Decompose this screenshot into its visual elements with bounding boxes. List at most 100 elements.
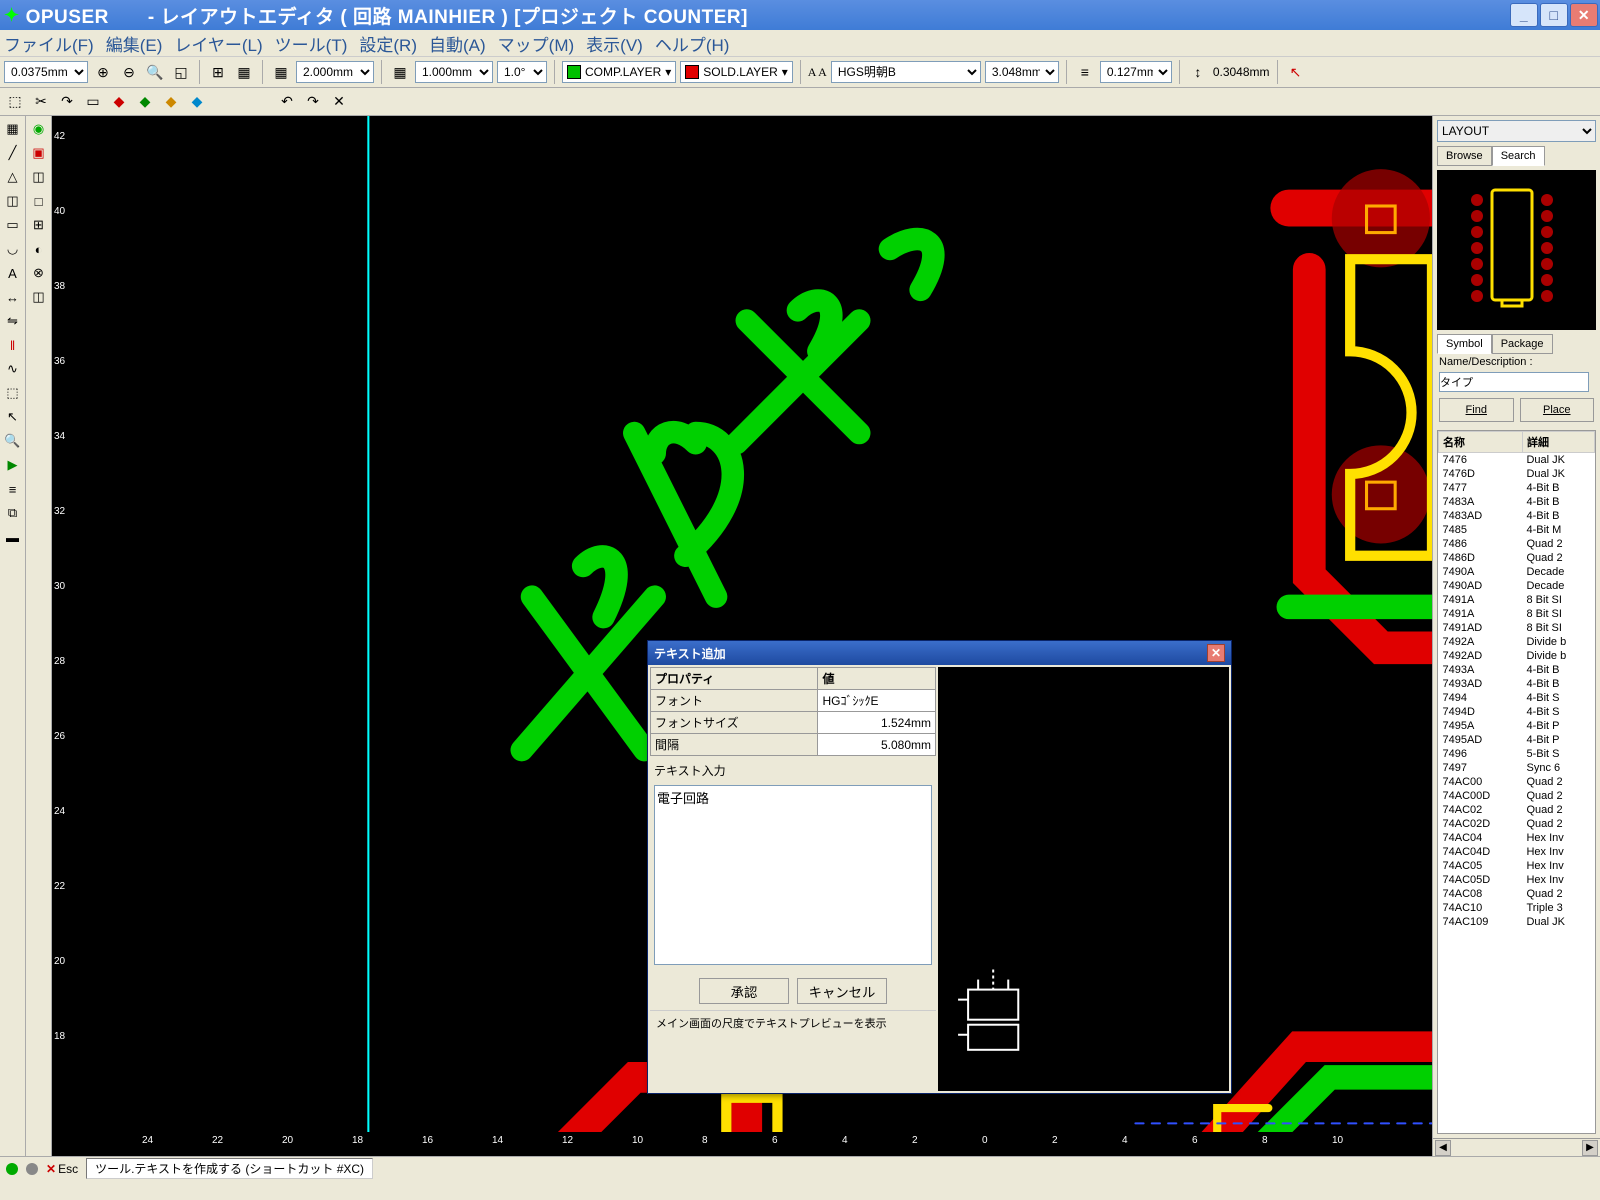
tool-g-icon[interactable]: ◆ xyxy=(160,91,182,113)
via-size-select[interactable]: 1.000mm xyxy=(415,61,493,83)
menu-file[interactable]: ファイル(F) xyxy=(4,31,94,56)
tool-e-icon[interactable]: ◆ xyxy=(108,91,130,113)
undo-icon[interactable]: ↶ xyxy=(276,91,298,113)
zoom-fit-icon[interactable]: ◱ xyxy=(170,61,192,83)
layer1-chip[interactable]: COMP.LAYER ▾ xyxy=(562,61,676,83)
lt1-line-icon[interactable]: ╱ xyxy=(2,142,24,164)
list-item[interactable]: 7491A8 Bit SI xyxy=(1439,593,1595,607)
tab-package[interactable]: Package xyxy=(1492,334,1553,354)
list-item[interactable]: 74AC00DQuad 2 xyxy=(1439,789,1595,803)
menu-map[interactable]: マップ(M) xyxy=(498,31,574,56)
menu-view[interactable]: 表示(V) xyxy=(586,31,643,56)
list-item[interactable]: 74AC02DQuad 2 xyxy=(1439,817,1595,831)
cursor-icon[interactable]: ↖ xyxy=(1285,61,1307,83)
tool-d-icon[interactable]: ▭ xyxy=(82,91,104,113)
lt1-cursor-icon[interactable]: ↖ xyxy=(2,406,24,428)
text-size-select[interactable]: 3.048mm xyxy=(985,61,1059,83)
list-item[interactable]: 7495A4-Bit P xyxy=(1439,719,1595,733)
menu-edit[interactable]: 編集(E) xyxy=(106,31,163,56)
zoom-window-icon[interactable]: 🔍 xyxy=(144,61,166,83)
lt1-grid-icon[interactable]: ▦ xyxy=(2,118,24,140)
list-item[interactable]: 74AC04DHex Inv xyxy=(1439,845,1595,859)
list-item[interactable]: 74774-Bit B xyxy=(1439,481,1595,495)
list-item[interactable]: 74AC109Dual JK xyxy=(1439,915,1595,929)
lt1-arc-icon[interactable]: ◡ xyxy=(2,238,24,260)
scroll-right-icon[interactable]: ▶ xyxy=(1582,1140,1598,1156)
lt1-mirror-icon[interactable]: ⇋ xyxy=(2,310,24,332)
dialog-close-button[interactable]: ✕ xyxy=(1207,644,1225,662)
list-item[interactable]: 7495AD4-Bit P xyxy=(1439,733,1595,747)
menu-layer[interactable]: レイヤー(L) xyxy=(174,31,262,56)
menu-settings[interactable]: 設定(R) xyxy=(359,31,417,56)
lt2-c-icon[interactable]: ◫ xyxy=(28,166,50,188)
lt2-h-icon[interactable]: ◫ xyxy=(28,286,50,308)
list-item[interactable]: 74854-Bit M xyxy=(1439,523,1595,537)
tool-a-icon[interactable]: ⬚ xyxy=(4,91,26,113)
grid-toggle-icon[interactable]: ▦ xyxy=(270,61,292,83)
component-list[interactable]: 名称 詳細 7476Dual JK7476DDual JK74774-Bit B… xyxy=(1437,430,1596,1134)
layer-icon[interactable]: ▦ xyxy=(233,61,255,83)
lt2-a-icon[interactable]: ◉ xyxy=(28,118,50,140)
list-item[interactable]: 7491A8 Bit SI xyxy=(1439,607,1595,621)
list-item[interactable]: 7483A4-Bit B xyxy=(1439,495,1595,509)
menu-auto[interactable]: 自動(A) xyxy=(429,31,486,56)
pitch2-icon[interactable]: ↕ xyxy=(1187,61,1209,83)
list-item[interactable]: 7493A4-Bit B xyxy=(1439,663,1595,677)
list-item[interactable]: 74AC08Quad 2 xyxy=(1439,887,1595,901)
col-detail-header[interactable]: 詳細 xyxy=(1522,432,1594,453)
lt2-f-icon[interactable]: ◐ xyxy=(28,238,50,260)
menu-tool[interactable]: ツール(T) xyxy=(275,31,348,56)
list-hscroll[interactable]: ◀ ▶ xyxy=(1433,1138,1600,1156)
list-item[interactable]: 7494D4-Bit S xyxy=(1439,705,1595,719)
list-item[interactable]: 74965-Bit S xyxy=(1439,747,1595,761)
list-item[interactable]: 74AC04Hex Inv xyxy=(1439,831,1595,845)
close-button[interactable]: ✕ xyxy=(1570,3,1598,27)
dialog-titlebar[interactable]: テキスト追加 ✕ xyxy=(648,641,1231,665)
lt2-d-icon[interactable]: □ xyxy=(28,190,50,212)
lt2-e-icon[interactable]: ⊞ xyxy=(28,214,50,236)
list-item[interactable]: 74AC05DHex Inv xyxy=(1439,873,1595,887)
lt1-text-icon[interactable]: A xyxy=(2,262,24,284)
list-item[interactable]: 7476DDual JK xyxy=(1439,467,1595,481)
list-item[interactable]: 74AC10Triple 3 xyxy=(1439,901,1595,915)
esc-indicator[interactable]: ✕ Esc xyxy=(46,1162,78,1176)
col-name-header[interactable]: 名称 xyxy=(1439,432,1523,453)
lt1-dim-icon[interactable]: ↔ xyxy=(2,286,24,308)
lt1-pin-icon[interactable]: ǁ xyxy=(2,334,24,356)
menu-help[interactable]: ヘルプ(H) xyxy=(655,31,730,56)
lt1-color-icon[interactable]: ▬ xyxy=(2,526,24,548)
maximize-button[interactable]: □ xyxy=(1540,3,1568,27)
track-width-select[interactable]: 2.000mm xyxy=(296,61,374,83)
tab-symbol[interactable]: Symbol xyxy=(1437,334,1492,354)
list-item[interactable]: 7492ADivide b xyxy=(1439,635,1595,649)
list-item[interactable]: 7486Quad 2 xyxy=(1439,537,1595,551)
mode-select[interactable]: LAYOUT xyxy=(1437,120,1596,142)
lt1-sel-icon[interactable]: ⬚ xyxy=(2,382,24,404)
redo-icon[interactable]: ↷ xyxy=(302,91,324,113)
list-item[interactable]: 7493AD4-Bit B xyxy=(1439,677,1595,691)
list-item[interactable]: 7490ADecade xyxy=(1439,565,1595,579)
lt2-b-icon[interactable]: ▣ xyxy=(28,142,50,164)
lt1-comp-icon[interactable]: ◫ xyxy=(2,190,24,212)
zoom-out-icon[interactable]: ⊖ xyxy=(118,61,140,83)
lt1-layers-icon[interactable]: ≡ xyxy=(2,478,24,500)
ok-button[interactable]: 承認 xyxy=(699,978,789,1004)
zoom-in-icon[interactable]: ⊕ xyxy=(92,61,114,83)
find-button[interactable]: Find xyxy=(1439,398,1514,422)
lt1-copy-icon[interactable]: ⧉ xyxy=(2,502,24,524)
tool-b-icon[interactable]: ✂ xyxy=(30,91,52,113)
font-select[interactable]: HGS明朝B xyxy=(831,61,981,83)
tool-c-icon[interactable]: ↷ xyxy=(56,91,78,113)
angle-select[interactable]: 1.0° xyxy=(497,61,547,83)
list-item[interactable]: 7497Sync 6 xyxy=(1439,761,1595,775)
minimize-button[interactable]: _ xyxy=(1510,3,1538,27)
place-button[interactable]: Place xyxy=(1520,398,1595,422)
list-item[interactable]: 7490ADDecade xyxy=(1439,579,1595,593)
lt2-g-icon[interactable]: ⊗ xyxy=(28,262,50,284)
namedesc-input[interactable] xyxy=(1439,372,1589,392)
list-item[interactable]: 7492ADDivide b xyxy=(1439,649,1595,663)
pitch1-icon[interactable]: ≡ xyxy=(1074,61,1096,83)
lt1-zoom-icon[interactable]: 🔍 xyxy=(2,430,24,452)
tab-search[interactable]: Search xyxy=(1492,146,1545,166)
lt1-play-icon[interactable]: ▶ xyxy=(2,454,24,476)
